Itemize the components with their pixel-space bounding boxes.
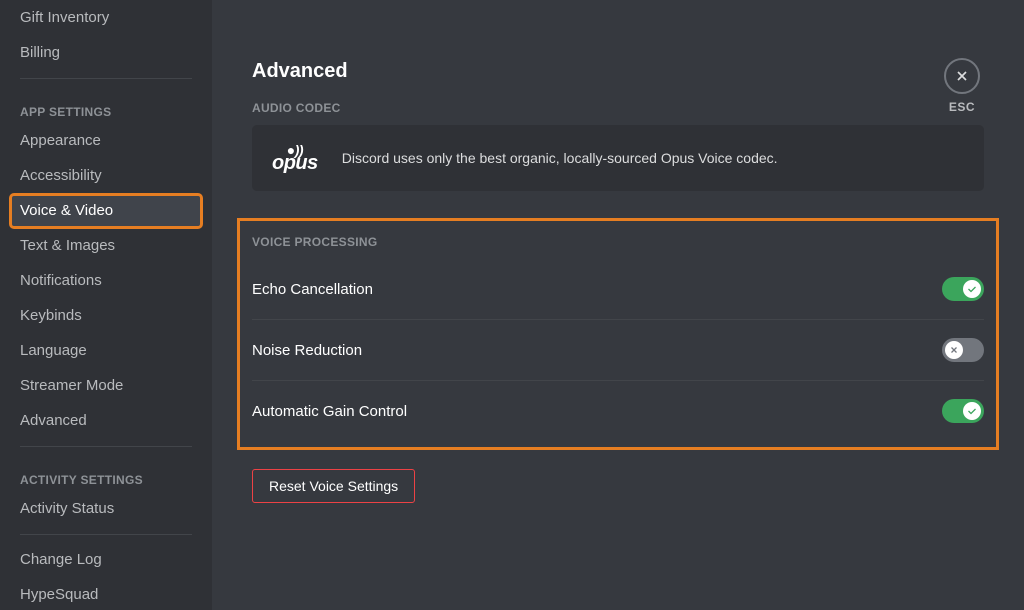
toggle-knob [945, 341, 963, 359]
toggle-row-noise-reduction: Noise Reduction [252, 320, 984, 381]
sidebar-header-app-settings: APP SETTINGS [10, 87, 202, 123]
sidebar-item-accessibility[interactable]: Accessibility [10, 159, 202, 193]
close-button[interactable] [944, 58, 980, 94]
sidebar-item-activity-status[interactable]: Activity Status [10, 492, 202, 526]
sidebar-item-streamer-mode[interactable]: Streamer Mode [10, 369, 202, 403]
x-icon [948, 344, 960, 356]
reset-voice-settings-button[interactable]: Reset Voice Settings [252, 469, 415, 503]
sidebar-item-text-images[interactable]: Text & Images [10, 229, 202, 263]
codec-description: Discord uses only the best organic, loca… [342, 150, 778, 166]
sidebar-item-advanced[interactable]: Advanced [10, 404, 202, 438]
sidebar-item-appearance[interactable]: Appearance [10, 124, 202, 158]
voice-processing-header: VOICE PROCESSING [252, 235, 984, 249]
sidebar-item-voice-video[interactable]: Voice & Video [10, 194, 202, 228]
check-icon [966, 405, 978, 417]
toggle-automatic-gain-control[interactable] [942, 399, 984, 423]
toggle-label: Echo Cancellation [252, 281, 373, 298]
main-content: ESC Advanced AUDIO CODEC ●)) opus Discor… [212, 0, 1024, 610]
audio-codec-header: AUDIO CODEC [252, 101, 984, 115]
check-icon [966, 283, 978, 295]
opus-logo: ●)) opus [272, 143, 318, 173]
toggle-knob [963, 280, 981, 298]
toggle-row-echo-cancellation: Echo Cancellation [252, 259, 984, 320]
voice-processing-section: VOICE PROCESSING Echo Cancellation Noise… [240, 221, 996, 447]
divider [20, 446, 192, 447]
divider [20, 78, 192, 79]
close-area: ESC [944, 58, 980, 114]
codec-card: ●)) opus Discord uses only the best orga… [252, 125, 984, 191]
sidebar: Gift Inventory Billing APP SETTINGS Appe… [0, 0, 212, 610]
sidebar-item-notifications[interactable]: Notifications [10, 264, 202, 298]
toggle-echo-cancellation[interactable] [942, 277, 984, 301]
toggle-label: Noise Reduction [252, 342, 362, 359]
toggle-noise-reduction[interactable] [942, 338, 984, 362]
toggle-row-agc: Automatic Gain Control [252, 381, 984, 429]
toggle-label: Automatic Gain Control [252, 403, 407, 420]
sidebar-item-change-log[interactable]: Change Log [10, 543, 202, 577]
close-icon [954, 68, 970, 84]
opus-logo-text: opus [272, 152, 318, 174]
toggle-knob [963, 402, 981, 420]
divider [20, 534, 192, 535]
sidebar-item-language[interactable]: Language [10, 334, 202, 368]
page-title: Advanced [252, 60, 984, 83]
sidebar-item-hypesquad[interactable]: HypeSquad [10, 578, 202, 610]
sidebar-item-billing[interactable]: Billing [10, 36, 202, 70]
close-label: ESC [944, 100, 980, 114]
sidebar-item-keybinds[interactable]: Keybinds [10, 299, 202, 333]
sidebar-item-gift-inventory[interactable]: Gift Inventory [10, 1, 202, 35]
sidebar-header-activity-settings: ACTIVITY SETTINGS [10, 455, 202, 491]
